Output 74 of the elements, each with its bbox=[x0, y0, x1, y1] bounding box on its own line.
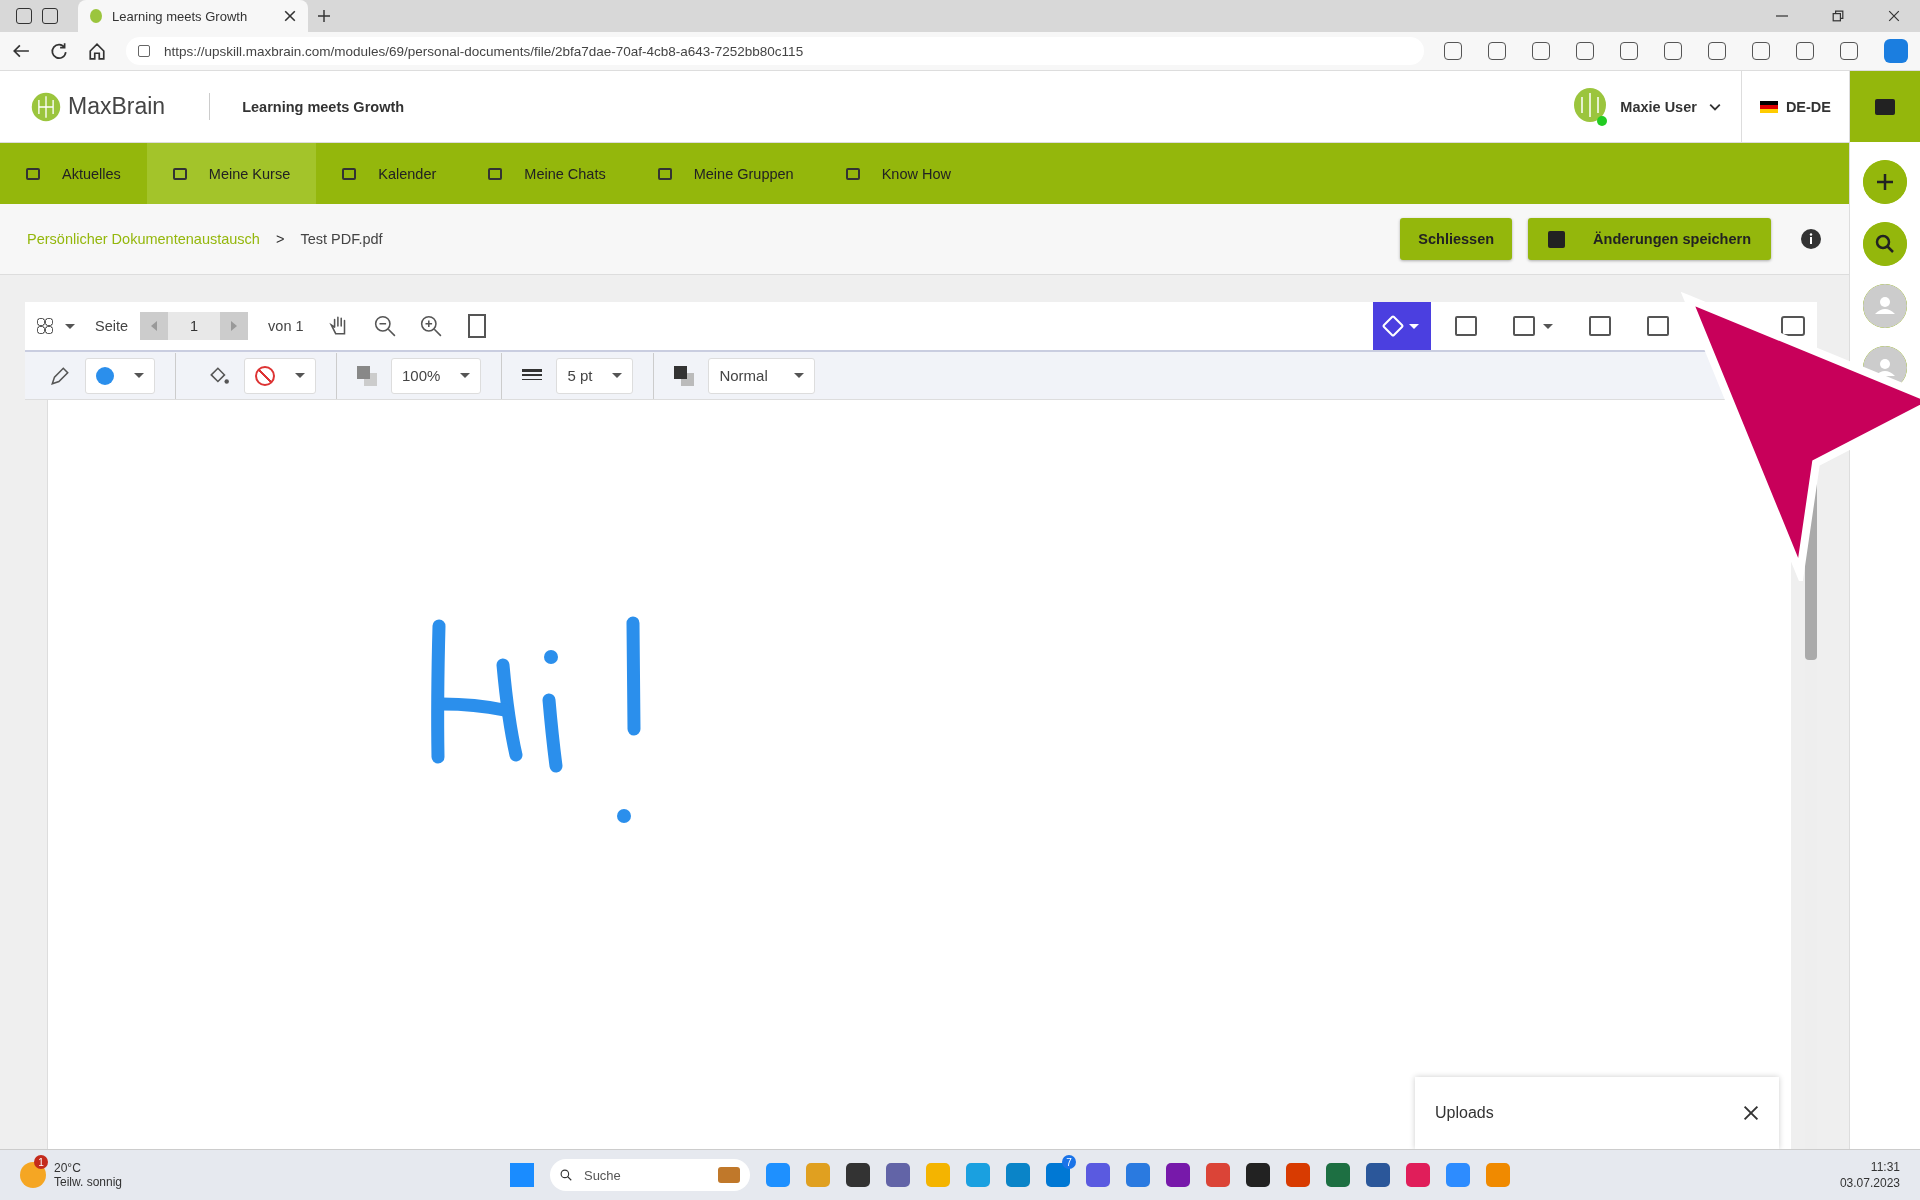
zoom-out-icon[interactable] bbox=[373, 315, 396, 337]
close-icon[interactable] bbox=[1743, 1105, 1759, 1121]
nav-tab[interactable]: Kalender bbox=[316, 143, 463, 204]
caret-icon bbox=[1543, 323, 1553, 329]
search-field[interactable]: Suche bbox=[549, 1159, 750, 1191]
nav-tab[interactable]: Aktuelles bbox=[0, 143, 147, 204]
search-icon bbox=[559, 1169, 572, 1181]
app-icon[interactable] bbox=[1365, 1163, 1390, 1187]
caret-icon bbox=[134, 373, 144, 378]
restore-icon[interactable] bbox=[1832, 10, 1844, 22]
search-button[interactable] bbox=[1863, 222, 1907, 266]
caret-icon bbox=[295, 373, 305, 378]
color-swatch-icon bbox=[96, 366, 114, 385]
app-icon[interactable] bbox=[1245, 1163, 1270, 1187]
annotation-tool[interactable] bbox=[1373, 302, 1431, 350]
logo-text: MaxBrain bbox=[68, 93, 211, 120]
stroke-color-dropdown[interactable] bbox=[85, 357, 155, 394]
app-icon[interactable] bbox=[1165, 1163, 1190, 1187]
page-number-field[interactable]: 1 bbox=[168, 312, 221, 340]
add-button[interactable] bbox=[1863, 160, 1907, 204]
close-button[interactable]: Schliessen bbox=[1400, 218, 1513, 260]
next-page-button[interactable] bbox=[220, 312, 249, 340]
back-icon[interactable] bbox=[12, 42, 30, 60]
no-color-icon bbox=[255, 365, 275, 386]
notification-badge: 1 bbox=[34, 1155, 48, 1169]
weather-text: Teilw. sonnig bbox=[54, 1175, 123, 1189]
breadcrumb-separator: > bbox=[275, 231, 285, 247]
opacity-icon bbox=[357, 365, 377, 386]
info-icon[interactable] bbox=[1801, 229, 1821, 249]
caret-icon[interactable] bbox=[65, 323, 75, 329]
caret-icon bbox=[1409, 323, 1419, 329]
caret-icon bbox=[794, 373, 805, 378]
copilot-icon[interactable] bbox=[1884, 39, 1908, 63]
pen-icon[interactable] bbox=[49, 364, 71, 387]
user-menu[interactable]: Maxie User bbox=[1572, 71, 1742, 142]
uploads-title: Uploads bbox=[1435, 1104, 1494, 1122]
stroke-width-dropdown[interactable]: 5 pt bbox=[556, 357, 634, 394]
address-field[interactable]: https://upskill.maxbrain.com/modules/69/personal-documents/file/2bfa7dae-70af-4cb8-a643-7252bb80c115 bbox=[126, 37, 1424, 65]
notification-badge: 7 bbox=[1061, 1155, 1076, 1169]
page-label: Seite bbox=[95, 318, 129, 334]
caret-icon bbox=[612, 373, 623, 378]
close-icon[interactable] bbox=[284, 10, 296, 22]
breadcrumb-current: Test PDF.pdf bbox=[300, 231, 383, 247]
opacity-dropdown[interactable]: 100% bbox=[391, 357, 482, 394]
clock-time: 11:31 bbox=[1870, 1160, 1900, 1174]
page-fit-icon[interactable] bbox=[467, 314, 486, 338]
language-selector[interactable]: DE-DE bbox=[1741, 98, 1849, 115]
blend-mode-dropdown[interactable]: Normal bbox=[708, 357, 816, 394]
nav-tab[interactable]: Meine Chats bbox=[462, 143, 632, 204]
caret-icon bbox=[460, 373, 471, 378]
nav-tab[interactable]: Meine Gruppen bbox=[631, 143, 820, 204]
temperature: 20°C bbox=[54, 1161, 82, 1175]
flag-icon bbox=[1759, 100, 1778, 113]
pen-icon bbox=[1381, 314, 1405, 338]
page-total: von 1 bbox=[268, 318, 304, 334]
save-button[interactable]: Änderungen speichern bbox=[1528, 218, 1771, 260]
home-icon[interactable] bbox=[88, 42, 106, 60]
fill-color-dropdown[interactable] bbox=[244, 357, 316, 394]
app-icon[interactable] bbox=[845, 1163, 870, 1187]
reload-icon[interactable] bbox=[50, 42, 68, 60]
briefcase-icon bbox=[717, 1167, 740, 1183]
tagline: Learning meets Growth bbox=[242, 98, 405, 115]
nav-tab[interactable]: Meine Kurse bbox=[146, 143, 317, 204]
clock-date: 03.07.2023 bbox=[1839, 1176, 1900, 1190]
new-tab-icon[interactable] bbox=[318, 10, 330, 22]
nav-tab[interactable]: Know How bbox=[819, 143, 977, 204]
brain-icon bbox=[90, 9, 102, 23]
chat-button[interactable] bbox=[1850, 71, 1920, 142]
start-icon[interactable] bbox=[509, 1163, 534, 1187]
zoom-in-icon[interactable] bbox=[419, 315, 442, 337]
thumbnails-icon[interactable] bbox=[37, 318, 53, 334]
blend-mode-icon bbox=[674, 365, 695, 386]
browser-tab[interactable]: Learning meets Growth bbox=[78, 0, 308, 32]
close-icon[interactable] bbox=[1888, 10, 1900, 22]
